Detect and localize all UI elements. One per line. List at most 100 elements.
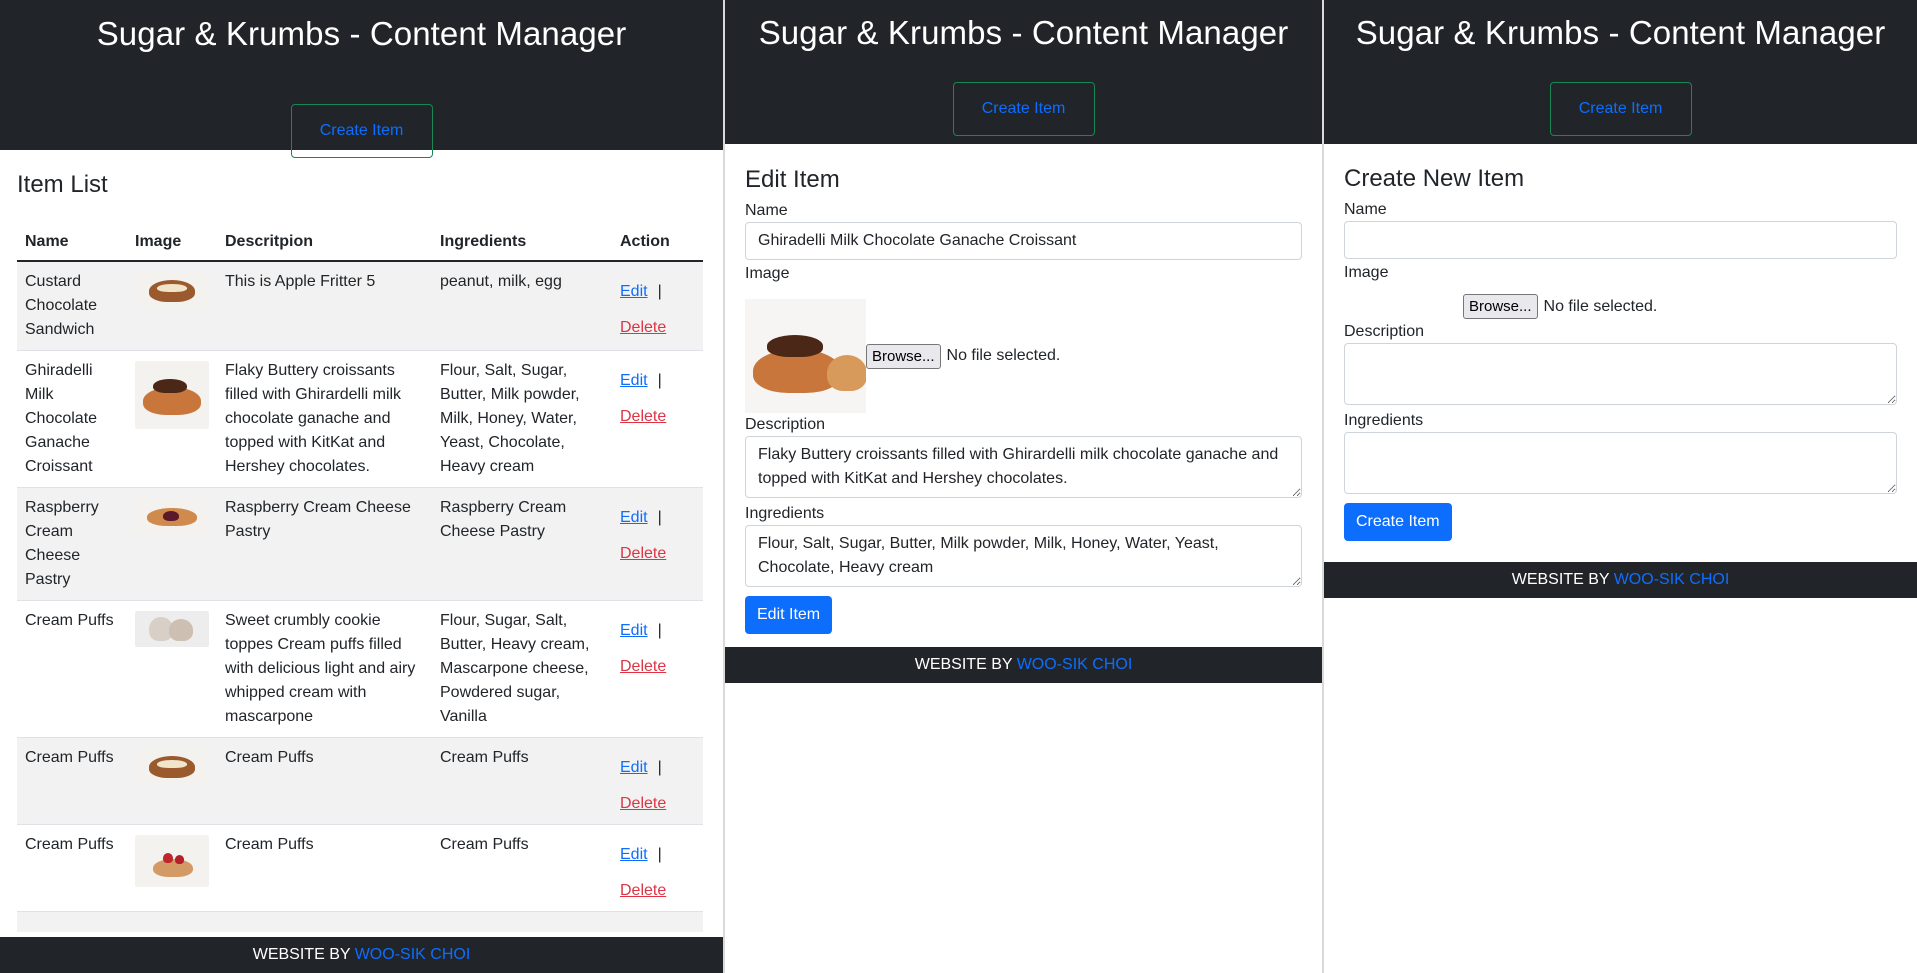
- item-description: This is Apple Fritter 5: [217, 261, 432, 351]
- item-thumbnail: [135, 611, 209, 647]
- site-footer: WEBSITE BY WOO-SIK CHOI: [1324, 562, 1917, 598]
- browse-button[interactable]: Browse...: [1463, 294, 1538, 319]
- action-separator: |: [657, 372, 662, 389]
- item-ingredients: peanut, milk, egg: [432, 261, 612, 351]
- footer-prefix: WEBSITE BY: [914, 656, 1013, 673]
- page-title: Item List: [17, 171, 108, 198]
- action-separator: |: [657, 509, 662, 526]
- column-header-action: Action: [612, 224, 703, 262]
- footer-prefix: WEBSITE BY: [1511, 571, 1610, 588]
- item-description: Raspberry Cream Cheese Pastry: [217, 487, 432, 601]
- column-header-description: Descritpion: [217, 224, 432, 262]
- action-separator: |: [657, 283, 662, 300]
- item-ingredients: Flour, Sugar, Salt, Butter, Heavy cream,…: [432, 600, 612, 738]
- item-name: Cream Puffs: [17, 737, 127, 825]
- ingredients-label: Ingredients: [1344, 412, 1424, 429]
- edit-link[interactable]: Edit: [620, 619, 648, 643]
- image-preview: [745, 299, 866, 413]
- item-thumbnail: [135, 748, 209, 784]
- browse-button[interactable]: Browse...: [866, 343, 941, 369]
- edit-link[interactable]: Edit: [620, 756, 648, 780]
- footer-author-link[interactable]: WOO-SIK CHOI: [1017, 656, 1133, 673]
- delete-link[interactable]: Delete: [620, 542, 666, 566]
- edit-item-form: Edit Item Name Image Browse... No file s…: [745, 164, 1302, 634]
- image-label: Image: [745, 265, 790, 282]
- name-label: Name: [745, 202, 788, 219]
- edit-item-submit-button[interactable]: Edit Item: [745, 596, 833, 634]
- item-name: Custard Chocolate Sandwich: [17, 261, 127, 351]
- name-field[interactable]: [1344, 221, 1897, 259]
- item-ingredients: Flour, Salt, Sugar, Butter, Milk powder,…: [432, 350, 612, 488]
- edit-link[interactable]: Edit: [620, 506, 648, 530]
- site-title: Sugar & Krumbs - Content Manager: [1355, 14, 1886, 51]
- table-header-row: Name Image Descritpion Ingredients Actio…: [17, 224, 703, 262]
- site-header: Sugar & Krumbs - Content Manager Create …: [0, 0, 723, 158]
- item-description: Cream Puffs: [217, 824, 432, 912]
- image-label: Image: [1344, 264, 1389, 281]
- site-title: Sugar & Krumbs - Content Manager: [758, 14, 1289, 51]
- item-name: Ghiradelli Milk Chocolate Ganache Croiss…: [17, 350, 127, 488]
- item-description: Sweet crumbly cookie toppes Cream puffs …: [217, 600, 432, 738]
- delete-link[interactable]: Delete: [620, 792, 666, 816]
- site-header: Sugar & Krumbs - Content Manager Create …: [725, 0, 1322, 144]
- name-label: Name: [1344, 201, 1387, 218]
- description-field[interactable]: [1344, 343, 1897, 405]
- item-name: Cream Puffs: [17, 600, 127, 738]
- create-item-form: Create New Item Name Image Browse... No …: [1344, 163, 1897, 541]
- ingredients-field[interactable]: [1344, 432, 1897, 494]
- table-row: Raspberry Cream Cheese Pastry Raspberry …: [17, 487, 703, 601]
- item-ingredients: Raspberry Cream Cheese Pastry: [432, 487, 612, 601]
- description-label: Description: [745, 416, 826, 433]
- action-separator: |: [657, 759, 662, 776]
- item-list-panel: Sugar & Krumbs - Content Manager Create …: [0, 0, 723, 973]
- name-field[interactable]: [745, 222, 1302, 260]
- item-description: Flaky Buttery croissants filled with Ghi…: [217, 350, 432, 488]
- edit-link[interactable]: Edit: [620, 280, 648, 304]
- edit-item-panel: Sugar & Krumbs - Content Manager Create …: [723, 0, 1322, 973]
- action-separator: |: [657, 846, 662, 863]
- create-item-button[interactable]: Create Item: [1549, 82, 1692, 136]
- table-row: Cream Puffs Cream Puffs Cream Puffs Edit…: [17, 737, 703, 825]
- column-header-name: Name: [17, 224, 127, 262]
- column-header-image: Image: [127, 224, 217, 262]
- description-label: Description: [1344, 323, 1425, 340]
- item-thumbnail: [135, 272, 209, 308]
- edit-link[interactable]: Edit: [620, 369, 648, 393]
- table-row: Custard Chocolate Sandwich This is Apple…: [17, 261, 703, 351]
- delete-link[interactable]: Delete: [620, 879, 666, 903]
- ingredients-label: Ingredients: [745, 505, 825, 522]
- item-ingredients: Cream Puffs: [432, 824, 612, 912]
- item-thumbnail: [135, 361, 209, 429]
- table-row: Cream Puffs Sweet crumbly cookie toppes …: [17, 600, 703, 738]
- item-name: Cream Puffs: [17, 824, 127, 912]
- footer-prefix: WEBSITE BY: [252, 946, 351, 963]
- item-ingredients: Cream Puffs: [432, 737, 612, 825]
- ingredients-field[interactable]: Flour, Salt, Sugar, Butter, Milk powder,…: [745, 525, 1302, 587]
- file-status: No file selected.: [946, 347, 1061, 364]
- column-header-ingredients: Ingredients: [432, 224, 612, 262]
- delete-link[interactable]: Delete: [620, 655, 666, 679]
- file-status: No file selected.: [1543, 297, 1658, 315]
- footer-author-link[interactable]: WOO-SIK CHOI: [355, 946, 471, 963]
- create-item-button[interactable]: Create Item: [290, 104, 433, 158]
- delete-link[interactable]: Delete: [620, 316, 666, 340]
- delete-link[interactable]: Delete: [620, 405, 666, 429]
- create-item-panel: Sugar & Krumbs - Content Manager Create …: [1322, 0, 1917, 973]
- site-footer: WEBSITE BY WOO-SIK CHOI: [725, 647, 1322, 683]
- item-thumbnail: [135, 498, 209, 534]
- item-description: Cream Puffs: [217, 737, 432, 825]
- footer-author-link[interactable]: WOO-SIK CHOI: [1614, 571, 1730, 588]
- create-item-button[interactable]: Create Item: [952, 82, 1095, 136]
- items-table: Name Image Descritpion Ingredients Actio…: [17, 224, 703, 932]
- description-field[interactable]: Flaky Buttery croissants filled with Ghi…: [745, 436, 1302, 498]
- item-thumbnail: [135, 835, 209, 887]
- form-title: Edit Item: [745, 166, 840, 193]
- table-row: Ghiradelli Milk Chocolate Ganache Croiss…: [17, 350, 703, 488]
- image-upload: Browse... No file selected.: [745, 299, 1302, 413]
- site-footer: WEBSITE BY WOO-SIK CHOI: [0, 937, 723, 973]
- create-item-submit-button[interactable]: Create Item: [1344, 503, 1452, 541]
- edit-link[interactable]: Edit: [620, 843, 648, 867]
- item-name: Raspberry Cream Cheese Pastry: [17, 487, 127, 601]
- table-row: Cream Puffs Cream Puffs Cream Puffs Edit…: [17, 824, 703, 912]
- site-header: Sugar & Krumbs - Content Manager Create …: [1324, 0, 1917, 144]
